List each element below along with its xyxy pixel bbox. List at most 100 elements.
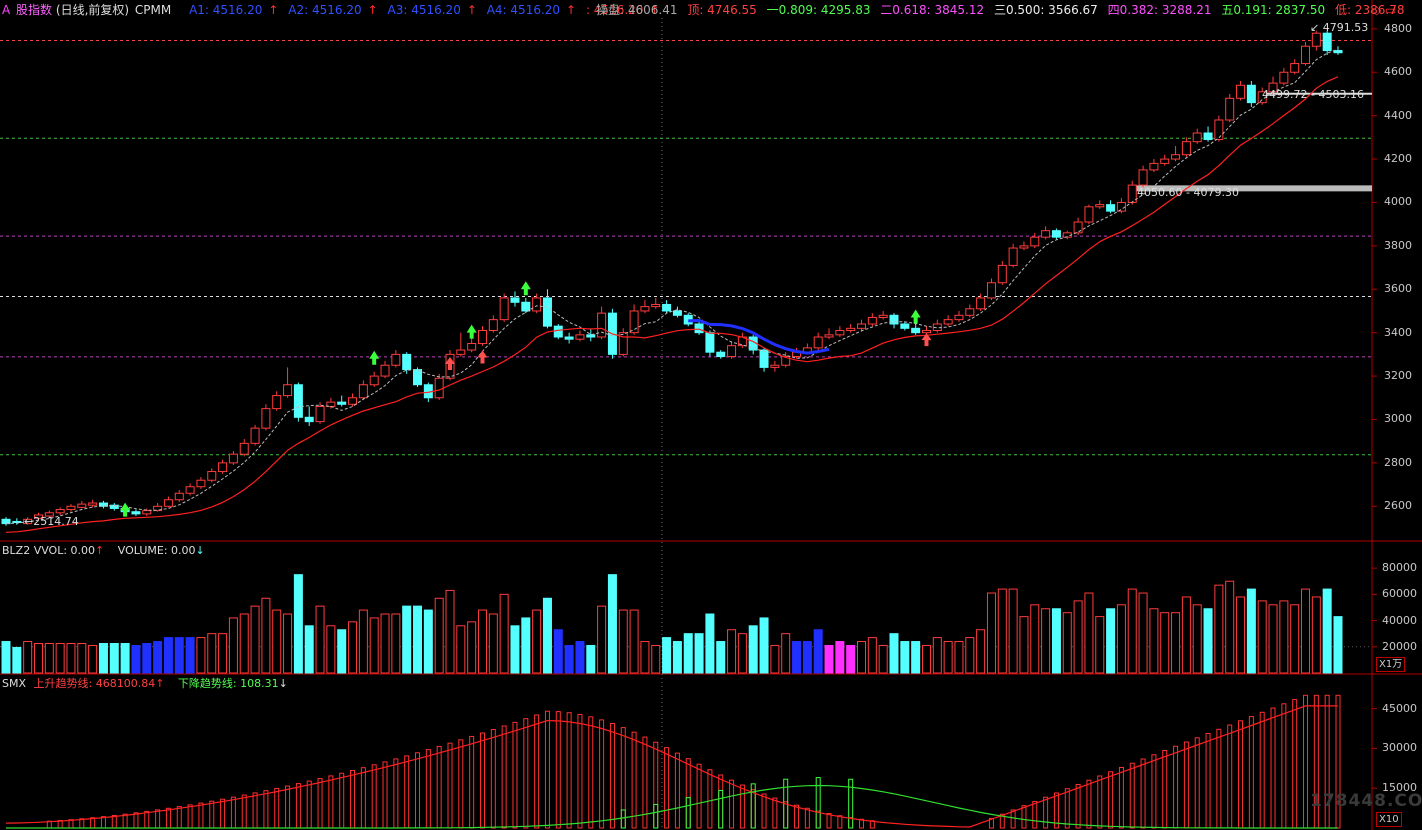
volume-bar xyxy=(477,609,487,674)
smx-up-bar xyxy=(1292,699,1298,829)
ma-long-line xyxy=(5,76,1339,533)
volume-bar xyxy=(261,597,271,674)
fib-0809: 一0.809: 4295.83 xyxy=(766,3,871,17)
volume-bar xyxy=(109,643,119,674)
vvol-label[interactable]: BLZ2 VVOL: 0.00 xyxy=(2,544,95,557)
volume-bar xyxy=(629,609,639,674)
smx-up-bar xyxy=(1216,728,1222,829)
volume-bar xyxy=(553,629,563,674)
arrow-left-icon: ← xyxy=(24,515,34,528)
smx-up-bar xyxy=(523,718,529,829)
smx-up-bar xyxy=(479,732,485,829)
volume-bar xyxy=(315,605,325,674)
smx-up-bar xyxy=(425,749,431,829)
index-title[interactable]: 股指数 xyxy=(16,3,52,17)
smx-up-bar xyxy=(555,711,561,829)
volume-bar xyxy=(66,643,76,674)
smx-up-bar xyxy=(566,712,572,829)
volume-bar xyxy=(976,629,986,674)
volume-bar xyxy=(1333,616,1343,674)
smx-up-bar xyxy=(198,802,204,829)
candle-body xyxy=(510,297,520,303)
candle-body xyxy=(1030,236,1040,247)
price-tick: 2800 xyxy=(1384,455,1412,469)
collapse-icon[interactable]: ◇ ▭ xyxy=(1372,2,1396,18)
volume-bar xyxy=(1268,604,1278,674)
volume-bar xyxy=(813,629,823,674)
buy-arrow-icon xyxy=(369,350,380,365)
price-tick: 4000 xyxy=(1384,195,1412,209)
volume-bar xyxy=(835,641,845,674)
smx-up-bar xyxy=(415,752,421,829)
candle-body xyxy=(488,319,498,331)
smx-up-bar xyxy=(317,778,323,829)
smx-label[interactable]: SMX xyxy=(2,677,26,690)
smx-down-bar xyxy=(685,797,691,829)
volume-bar xyxy=(196,637,206,674)
volume-bar xyxy=(456,625,466,674)
volume-bar xyxy=(737,633,747,674)
smx-up-bar xyxy=(1162,750,1168,829)
smx-panel-header: SMX 上升趋势线: 468100.84↑ 下降趋势线: 108.31↓ xyxy=(2,676,288,692)
candle-body xyxy=(1225,97,1235,121)
smx-up-bar xyxy=(1259,711,1265,829)
candle-body xyxy=(759,349,769,368)
volume-bar xyxy=(618,609,628,674)
candle-body xyxy=(867,316,877,325)
smx-up-bar xyxy=(1108,771,1114,829)
smx-up-bar xyxy=(1032,800,1038,829)
smx-up-bar xyxy=(252,792,258,829)
volume-bar xyxy=(120,643,130,674)
smx-up-bar xyxy=(1173,745,1179,829)
candle-body xyxy=(456,349,466,355)
volume-bar xyxy=(792,641,802,674)
candle-body xyxy=(1019,245,1029,249)
smx-up-bar xyxy=(241,794,247,829)
volume-bar xyxy=(575,641,585,674)
smx-unit: X10 xyxy=(1376,812,1402,827)
smx-up-bar xyxy=(111,814,117,829)
smx-up-bar xyxy=(1248,716,1254,829)
volume-bar xyxy=(1236,596,1246,674)
smx-up-bar xyxy=(664,747,670,829)
volume-bar xyxy=(1116,604,1126,674)
candle-body xyxy=(1290,63,1300,73)
candle-body xyxy=(272,395,282,410)
volume-bar xyxy=(218,633,228,674)
down-arrow-icon: ↓ xyxy=(195,544,205,557)
candle-body xyxy=(1073,221,1083,234)
candle-body xyxy=(597,312,607,338)
volume-bar xyxy=(55,643,65,674)
candle-body xyxy=(997,264,1007,284)
smx-up-bar xyxy=(1183,741,1189,829)
volume-bar xyxy=(640,641,650,674)
smx-up-bar xyxy=(674,752,680,829)
volume-bar xyxy=(174,637,184,674)
smx-up-bar xyxy=(577,713,583,829)
smx-down-line xyxy=(6,784,1338,829)
volume-bar xyxy=(997,588,1007,674)
volume-bar xyxy=(694,633,704,674)
volume-bar xyxy=(1192,604,1202,674)
candle-body xyxy=(586,334,596,338)
candle-body xyxy=(1333,50,1343,54)
smx-up-bar xyxy=(1118,766,1124,829)
volume-bar xyxy=(337,629,347,674)
candle-body xyxy=(174,492,184,501)
volume-bar xyxy=(1106,608,1116,674)
volume-bar xyxy=(802,641,812,674)
smx-up-bar xyxy=(1238,720,1244,829)
smx-up-bar xyxy=(350,769,356,829)
buy-arrow-icon xyxy=(466,324,477,339)
candle-body xyxy=(1181,141,1191,156)
stock-chart-canvas[interactable] xyxy=(0,0,1422,830)
volume-bar xyxy=(423,609,433,674)
smx-up-bar xyxy=(1086,779,1092,829)
volume-bar xyxy=(239,613,249,674)
indicator-name[interactable]: CPMM xyxy=(135,3,171,17)
candle-body xyxy=(434,377,444,399)
smx-up-bar xyxy=(220,798,226,829)
period-label[interactable]: (日线,前复权) xyxy=(56,3,129,17)
smx-up-bar xyxy=(404,755,410,829)
volume-bar xyxy=(1214,584,1224,674)
